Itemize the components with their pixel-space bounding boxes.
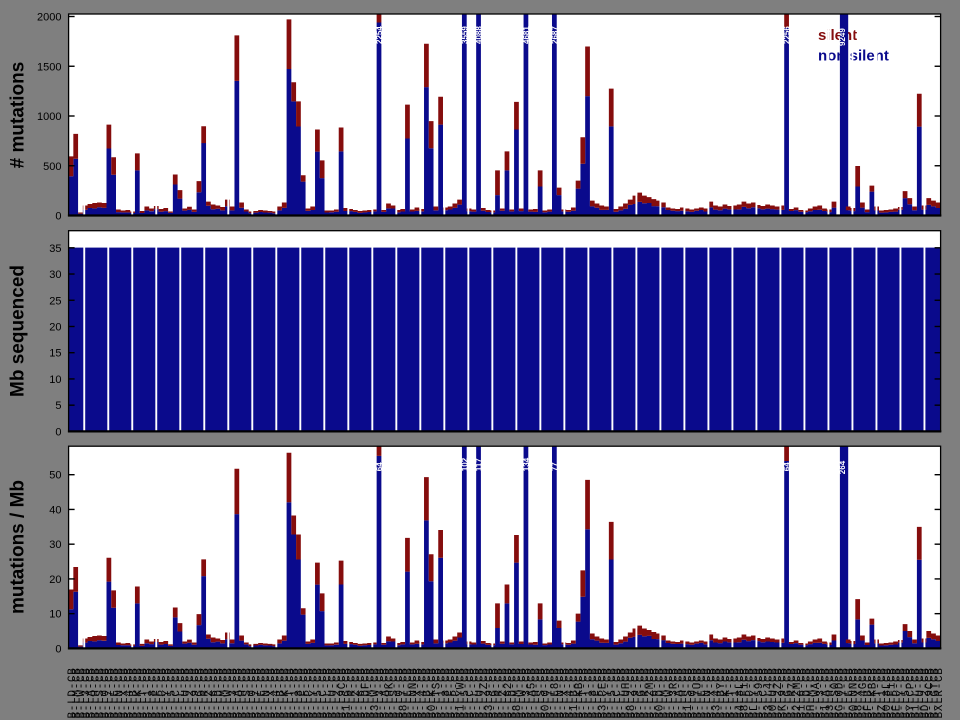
svg-text:2000: 2000 <box>37 12 61 24</box>
svg-text:15: 15 <box>49 348 61 360</box>
svg-text:1500: 1500 <box>37 61 61 73</box>
svg-text:Mb sequenced: Mb sequenced <box>7 265 28 397</box>
svg-text:30: 30 <box>49 269 61 281</box>
svg-text:134: 134 <box>522 457 531 471</box>
svg-text:117: 117 <box>475 458 484 471</box>
svg-text:BXLR-CB: BXLR-CB <box>934 667 946 718</box>
svg-text:50: 50 <box>49 470 61 482</box>
svg-text:102: 102 <box>460 457 469 471</box>
svg-text:# mutations: # mutations <box>7 62 28 169</box>
svg-text:500: 500 <box>43 161 61 173</box>
svg-text:3559: 3559 <box>460 26 469 44</box>
svg-text:25: 25 <box>49 295 61 307</box>
svg-text:9249: 9249 <box>838 28 847 46</box>
svg-text:64: 64 <box>783 462 792 471</box>
svg-text:35: 35 <box>49 243 61 255</box>
svg-text:2256: 2256 <box>783 26 792 44</box>
svg-text:0: 0 <box>55 426 61 438</box>
svg-text:5: 5 <box>55 400 61 412</box>
svg-text:4681: 4681 <box>522 26 531 44</box>
svg-text:64: 64 <box>375 462 384 471</box>
svg-text:4088: 4088 <box>475 26 484 44</box>
svg-text:0: 0 <box>55 643 61 655</box>
svg-text:0: 0 <box>55 211 61 223</box>
svg-text:264: 264 <box>838 460 847 474</box>
svg-text:20: 20 <box>49 574 61 586</box>
svg-text:10: 10 <box>49 609 61 621</box>
svg-text:30: 30 <box>49 539 61 551</box>
svg-text:40: 40 <box>49 504 61 516</box>
svg-text:2254: 2254 <box>375 26 384 44</box>
svg-text:1000: 1000 <box>37 111 61 123</box>
svg-text:10: 10 <box>49 374 61 386</box>
svg-text:mutations / Mb: mutations / Mb <box>7 480 28 614</box>
svg-text:2687: 2687 <box>550 26 559 44</box>
svg-text:77: 77 <box>550 462 559 471</box>
svg-text:20: 20 <box>49 321 61 333</box>
